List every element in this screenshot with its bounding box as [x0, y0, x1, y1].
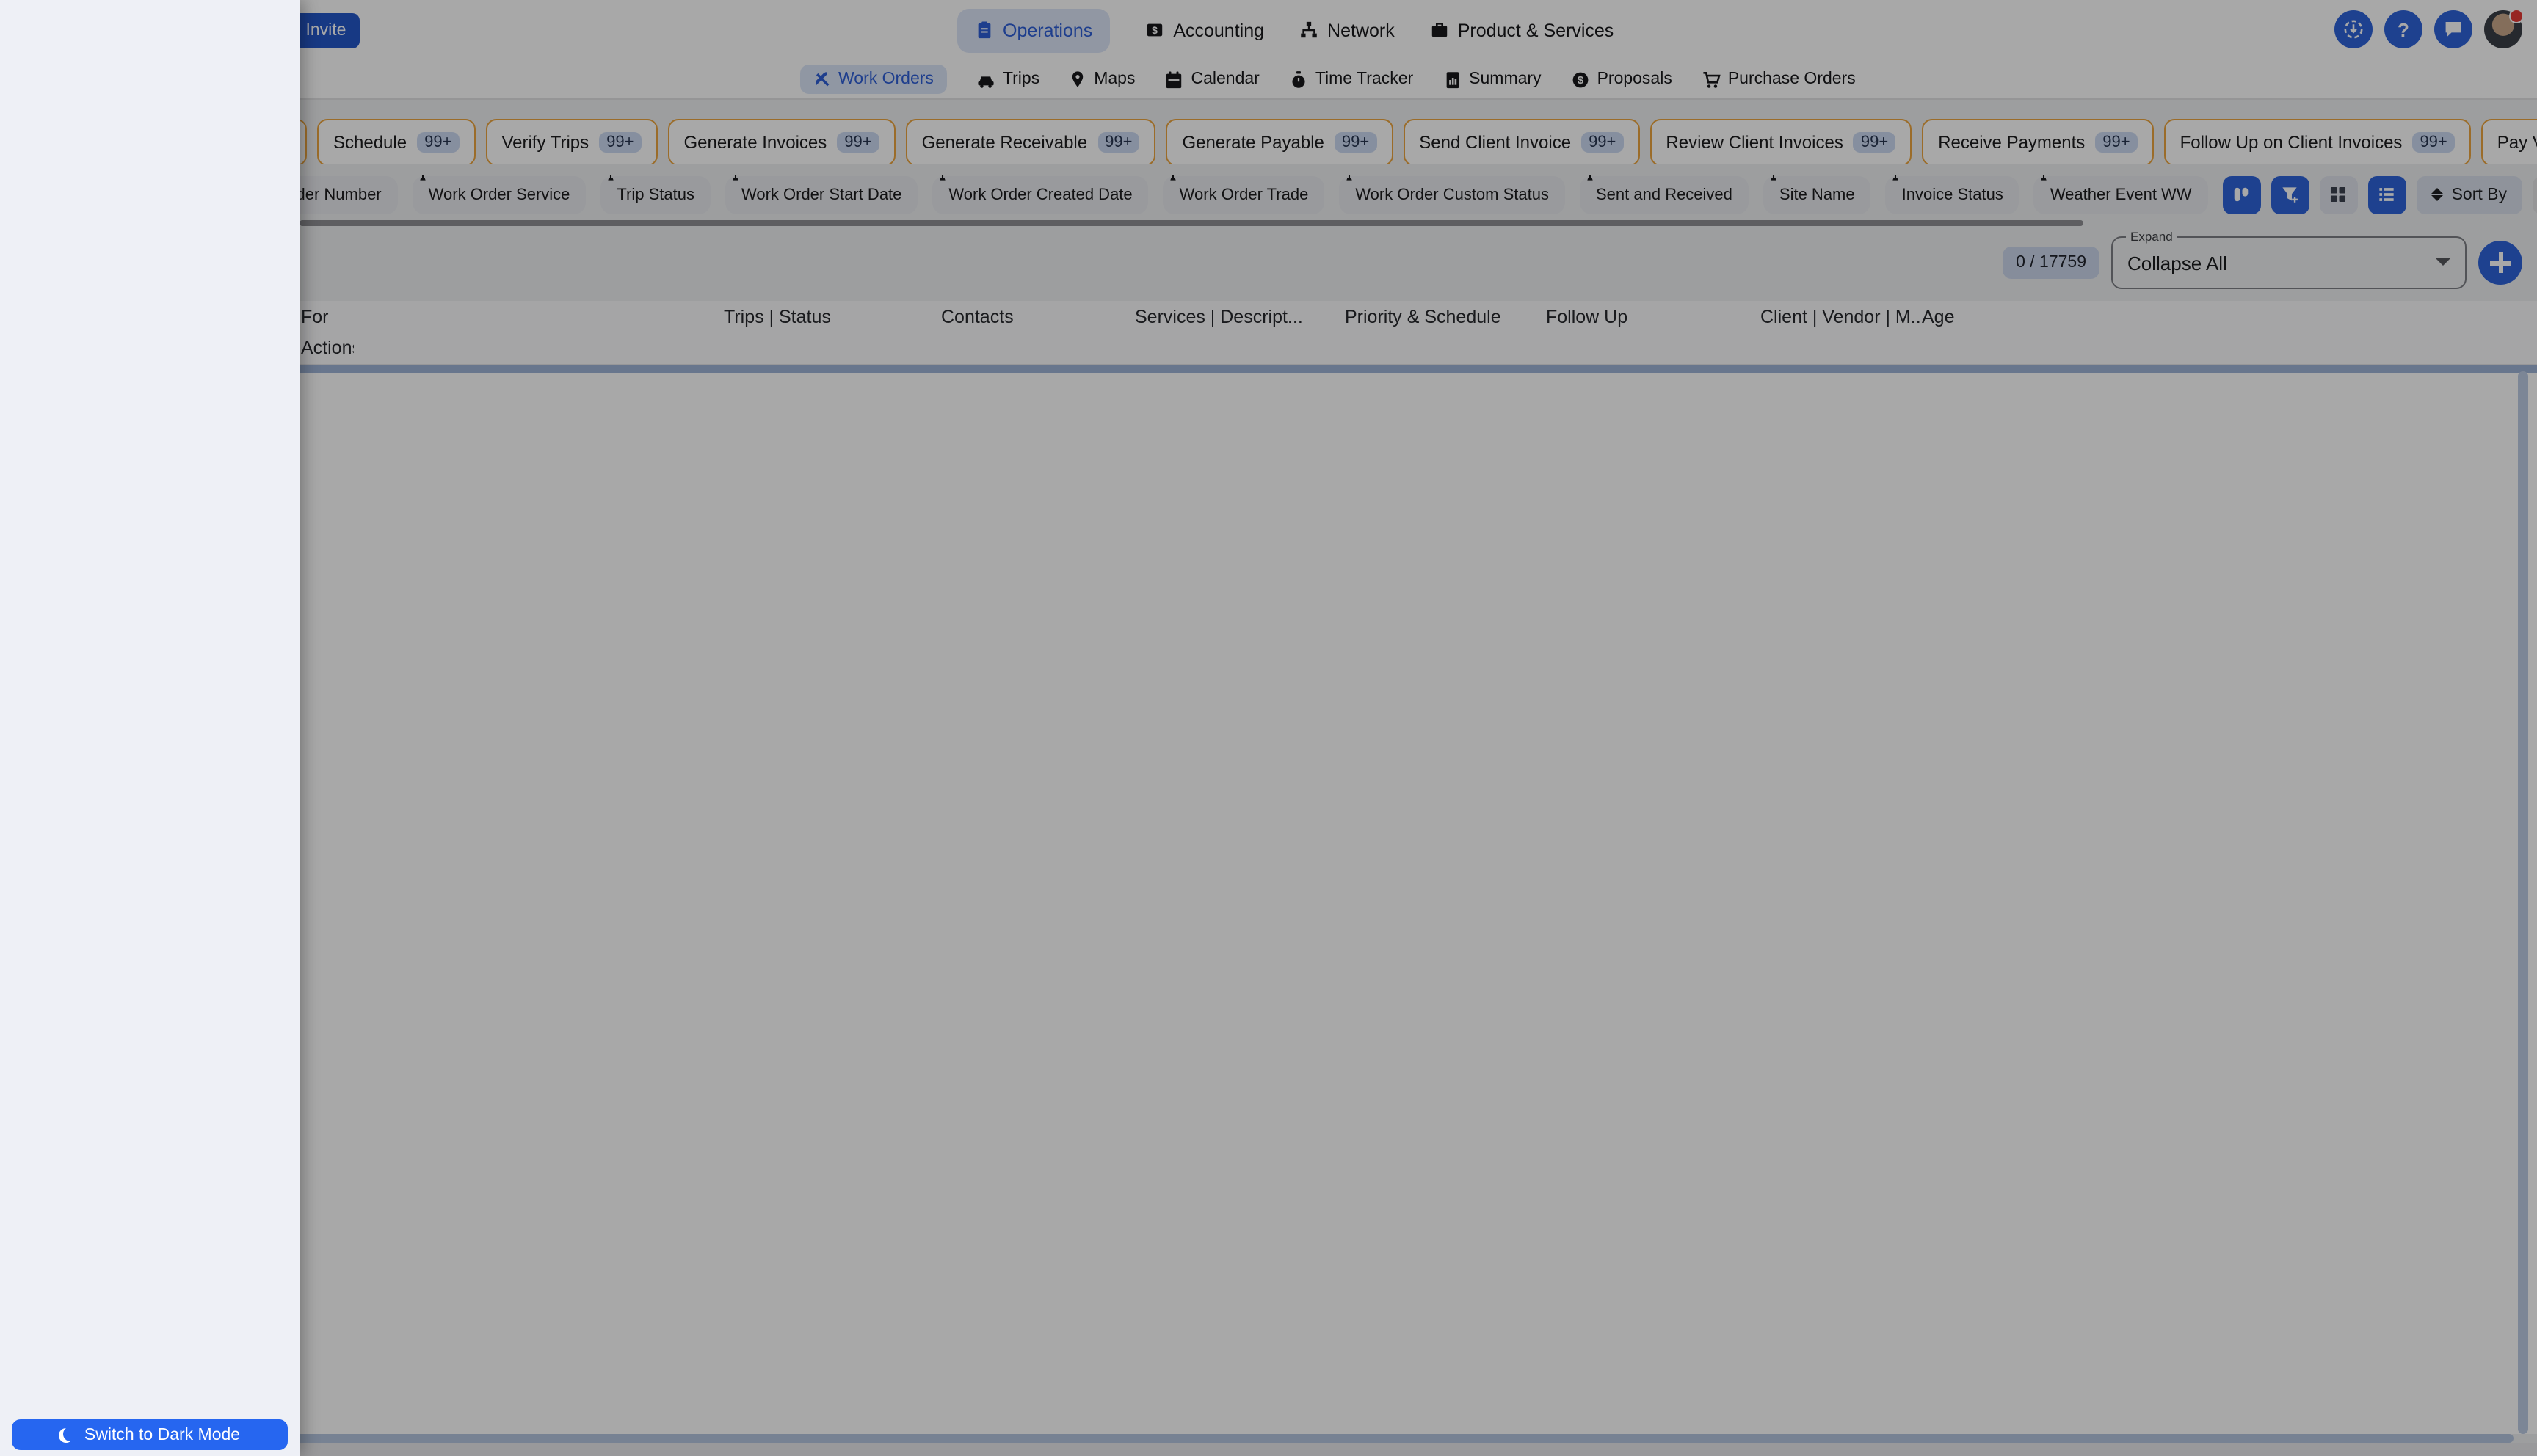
moon-icon [59, 1427, 74, 1442]
dark-mode-toggle-button[interactable]: Switch to Dark Mode [12, 1419, 288, 1450]
dark-mode-label: Switch to Dark Mode [84, 1426, 240, 1444]
sidebar-drawer: Switch to Dark Mode [0, 0, 300, 1456]
app-stage: Invite Operations$AccountingNetworkProdu… [0, 0, 2537, 1456]
modal-backdrop[interactable] [0, 0, 2537, 1456]
